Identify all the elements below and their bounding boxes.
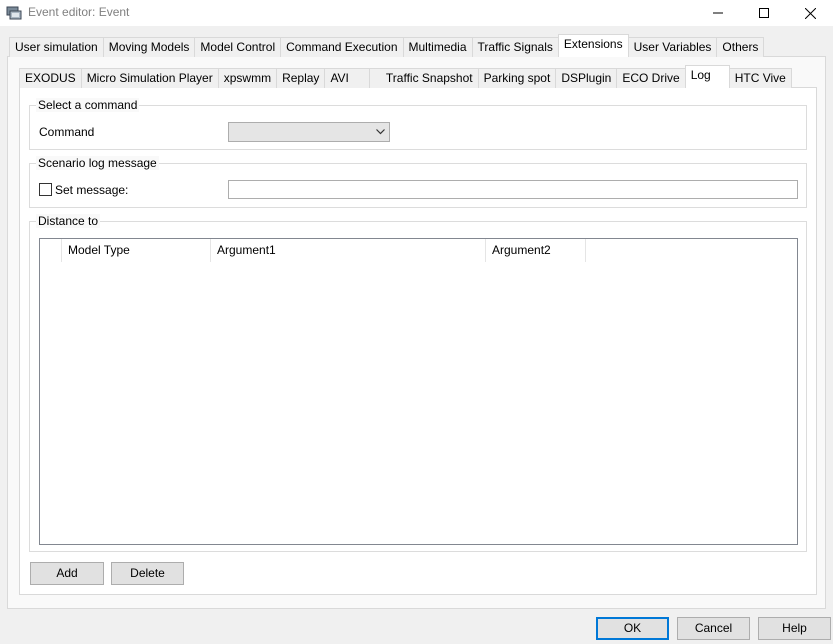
select-command-group-label: Select a command [36, 98, 140, 112]
tab-replay[interactable]: Replay [276, 68, 326, 88]
add-button[interactable]: Add [30, 562, 104, 585]
column-header-argument2[interactable]: Argument2 [486, 239, 586, 262]
tab-command-execution[interactable]: Command Execution [280, 37, 404, 57]
ok-button[interactable]: OK [596, 617, 669, 640]
tab-xpswmm[interactable]: xpswmm [217, 68, 278, 88]
maximize-button[interactable] [741, 0, 787, 26]
tab-user-simulation[interactable]: User simulation [9, 37, 104, 57]
column-header-index[interactable] [40, 239, 62, 262]
tab-avi[interactable]: AVI [324, 68, 370, 88]
tab-exodus[interactable]: EXODUS [19, 68, 82, 88]
tab-micro-simulation-player[interactable]: Micro Simulation Player [80, 68, 219, 88]
command-label: Command [39, 125, 95, 139]
tab-traffic-signals[interactable]: Traffic Signals [471, 37, 559, 57]
tab-multimedia[interactable]: Multimedia [402, 37, 473, 57]
app-icon [6, 6, 22, 20]
distance-to-group-label: Distance to [36, 214, 101, 228]
top-tab-strip: User simulation Moving Models Model Cont… [9, 34, 765, 57]
tab-others[interactable]: Others [716, 37, 765, 57]
tab-parking-spot[interactable]: Parking spot [477, 68, 557, 88]
tab-log[interactable]: Log [684, 65, 730, 88]
title-bar: Event editor: Event [0, 0, 833, 26]
distance-to-list[interactable]: Model Type Argument1 Argument2 [39, 238, 798, 545]
column-header-model-type[interactable]: Model Type [62, 239, 211, 262]
sub-tab-strip: EXODUS Micro Simulation Player xpswmm Re… [19, 65, 792, 88]
tab-moving-models[interactable]: Moving Models [102, 37, 196, 57]
set-message-checkbox[interactable] [39, 183, 52, 196]
tab-user-variables[interactable]: User Variables [627, 37, 718, 57]
window-title: Event editor: Event [28, 5, 130, 19]
cancel-button[interactable]: Cancel [677, 617, 750, 640]
minimize-icon [713, 12, 723, 14]
column-header-argument1[interactable]: Argument1 [211, 239, 486, 262]
close-icon [804, 7, 816, 19]
command-dropdown[interactable] [228, 122, 390, 142]
help-button[interactable]: Help [758, 617, 831, 640]
delete-button[interactable]: Delete [111, 562, 184, 585]
tab-htc-vive[interactable]: HTC Vive [728, 68, 792, 88]
tab-eco-drive[interactable]: ECO Drive [616, 68, 686, 88]
message-input[interactable] [228, 180, 798, 199]
select-command-group: Select a command [29, 98, 807, 150]
tab-dsplugin[interactable]: DSPlugin [555, 68, 618, 88]
minimize-button[interactable] [695, 0, 741, 26]
close-button[interactable] [787, 0, 833, 26]
tab-model-control[interactable]: Model Control [194, 37, 282, 57]
chevron-down-icon [376, 129, 385, 135]
scenario-log-group-label: Scenario log message [36, 156, 159, 170]
maximize-icon [759, 8, 769, 18]
tab-traffic-snapshot[interactable]: Traffic Snapshot [368, 68, 479, 88]
set-message-label: Set message: [55, 183, 129, 197]
tab-extensions[interactable]: Extensions [557, 34, 629, 57]
